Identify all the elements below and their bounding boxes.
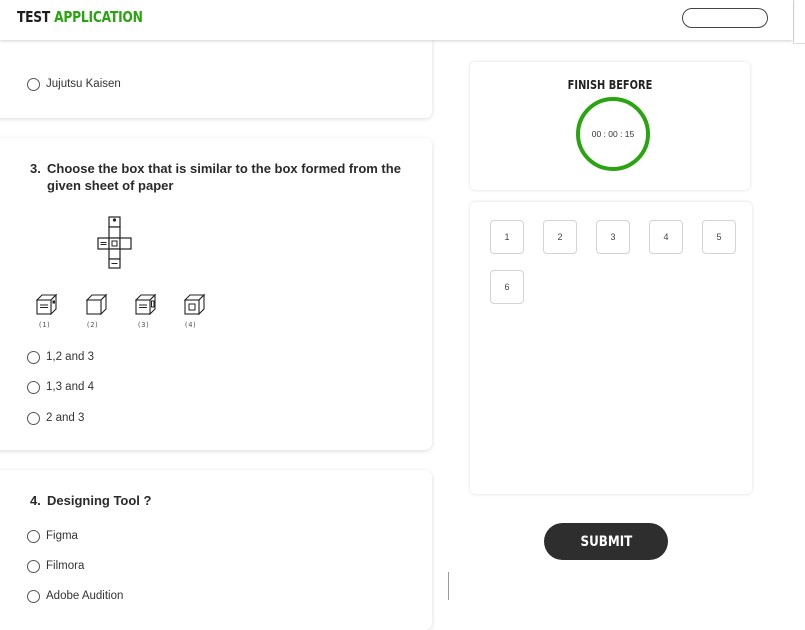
figure-caption-2: (2) — [86, 321, 99, 329]
timer-value: 00 : 00 : 15 — [591, 129, 635, 139]
radio-icon[interactable] — [27, 529, 40, 543]
header-pill-button[interactable] — [682, 8, 768, 28]
question-card-3: 3. Choose the box that is similar to the… — [0, 138, 432, 450]
question-card-4: 4. Designing Tool ? Figma Filmora Adobe … — [0, 470, 432, 630]
option-jujutsu-kaisen[interactable]: Jujutsu Kaisen — [27, 76, 121, 92]
divider-line — [448, 572, 449, 600]
question-text: Choose the box that is similar to the bo… — [47, 161, 401, 193]
option-label: 1,3 and 4 — [46, 381, 94, 393]
radio-icon[interactable] — [27, 589, 40, 603]
radio-icon[interactable] — [27, 350, 40, 364]
app-logo: TEST APPLICATION — [17, 8, 143, 26]
option-label: 1,2 and 3 — [46, 351, 94, 363]
brand-word-test: TEST — [17, 8, 51, 26]
timer-card: FINISH BEFORE 00 : 00 : 15 — [470, 62, 750, 190]
app-header: TEST APPLICATION — [0, 0, 793, 40]
option-2-and-3[interactable]: 2 and 3 — [27, 410, 84, 426]
question-nav-button-5[interactable]: 5 — [702, 220, 736, 254]
timer-title: FINISH BEFORE — [567, 78, 653, 92]
question-nav-button-2[interactable]: 2 — [543, 220, 577, 254]
scrollbar-top[interactable] — [793, 0, 805, 44]
radio-icon[interactable] — [27, 559, 40, 573]
figure-caption-4: (4) — [184, 321, 197, 329]
submit-label: SUBMIT — [580, 533, 632, 550]
question-nav-button-6[interactable]: 6 — [490, 270, 524, 304]
option-label: 2 and 3 — [46, 412, 85, 424]
question-nav-button-4[interactable]: 4 — [649, 220, 683, 254]
cube-figure-3 — [135, 293, 157, 315]
figure-caption-1: (1) — [38, 321, 51, 329]
cube-figure-4 — [184, 293, 206, 315]
option-filmora[interactable]: Filmora — [27, 558, 84, 574]
option-1-2-and-3[interactable]: 1,2 and 3 — [27, 349, 94, 365]
brand-word-application: APPLICATION — [54, 8, 143, 26]
option-figma[interactable]: Figma — [27, 528, 78, 544]
radio-icon[interactable] — [27, 77, 40, 91]
submit-button[interactable]: SUBMIT — [544, 523, 668, 560]
question-number: 3. — [30, 161, 41, 176]
question-text: Designing Tool ? — [47, 493, 152, 508]
option-label: Filmora — [46, 560, 85, 572]
question-nav-button-3[interactable]: 3 — [596, 220, 630, 254]
figure-caption-3: (3) — [137, 321, 150, 329]
question-nav-button-1[interactable]: 1 — [490, 220, 524, 254]
cube-figure-1 — [36, 293, 58, 315]
question-navigator: 1 2 3 4 5 6 — [470, 202, 752, 494]
radio-icon[interactable] — [27, 411, 40, 425]
question-card-2: Jujutsu Kaisen — [0, 40, 432, 118]
radio-icon[interactable] — [27, 380, 40, 394]
question-number: 4. — [30, 493, 41, 508]
cube-figure-2 — [86, 293, 108, 315]
countdown-timer: 00 : 00 : 15 — [576, 97, 650, 171]
option-1-3-and-4[interactable]: 1,3 and 4 — [27, 379, 94, 395]
option-adobe-audition[interactable]: Adobe Audition — [27, 588, 123, 604]
option-label: Jujutsu Kaisen — [46, 78, 121, 90]
option-label: Adobe Audition — [46, 590, 124, 602]
option-label: Figma — [46, 530, 78, 542]
paper-net-figure — [97, 216, 132, 269]
